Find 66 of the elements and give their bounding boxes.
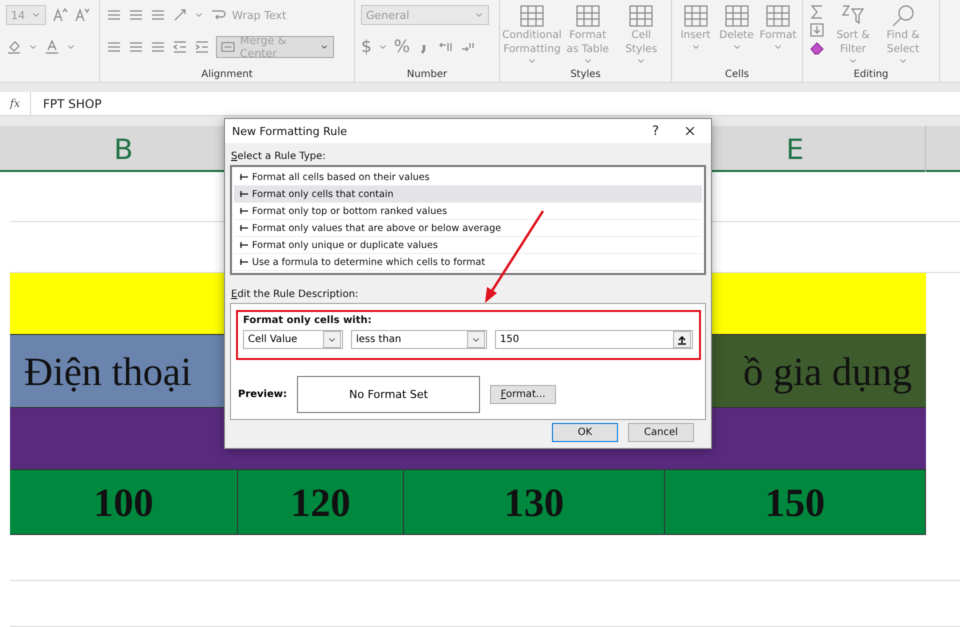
font-size-field[interactable]: 14	[6, 5, 46, 25]
sort-filter-button[interactable]: Sort & Filter	[831, 28, 875, 56]
merge-icon[interactable]	[221, 39, 235, 55]
orientation-icon[interactable]	[172, 7, 188, 23]
group-label: Number	[406, 69, 448, 80]
operator-dropdown[interactable]: less than	[351, 330, 487, 349]
search-icon[interactable]	[890, 4, 916, 28]
cells-table-icon[interactable]	[724, 4, 750, 28]
arrow-icon	[240, 191, 248, 197]
group-label: Alignment	[201, 69, 253, 80]
decrease-indent-icon[interactable]	[172, 39, 188, 55]
arrow-icon	[240, 242, 248, 248]
dialog-title: New Formatting Rule	[232, 124, 348, 138]
group-label: Cells	[725, 69, 749, 80]
rule-type-item[interactable]: Format only cells that contain	[234, 186, 702, 203]
table-cell: 120	[238, 470, 404, 535]
condition-heading: Format only cells with:	[243, 315, 373, 326]
value-field[interactable]: 150	[495, 330, 693, 349]
sum-icon[interactable]	[809, 4, 825, 20]
group-label: Styles	[570, 69, 601, 80]
grow-font-icon[interactable]	[52, 7, 68, 23]
field-dropdown[interactable]: Cell Value	[243, 330, 343, 349]
table-style-icon[interactable]	[519, 4, 545, 28]
cells-button[interactable]: Insert	[680, 28, 711, 42]
styles-button[interactable]: Cell Styles	[618, 28, 665, 56]
format-button[interactable]: Format...	[490, 385, 556, 404]
fill-down-icon[interactable]	[809, 22, 825, 38]
styles-button[interactable]: Format as Table	[564, 28, 612, 56]
styles-button[interactable]: Conditional Formatting	[502, 28, 562, 56]
table-cell: 150	[665, 470, 926, 535]
wrap-text-button[interactable]: Wrap Text	[232, 8, 286, 22]
column-header[interactable]: B	[114, 132, 134, 166]
shrink-font-icon[interactable]	[74, 7, 90, 23]
section-label: Edit the Rule Description:	[231, 289, 360, 300]
arrow-icon	[240, 225, 248, 231]
help-button[interactable]: ?	[652, 124, 659, 138]
find-select-button[interactable]: Find & Select	[881, 28, 925, 56]
fill-color-icon[interactable]	[6, 39, 22, 55]
cells-table-icon[interactable]	[682, 4, 708, 28]
function-label: fx	[0, 92, 31, 115]
group-label: Editing	[854, 69, 888, 80]
close-icon[interactable]	[683, 124, 697, 138]
preview-label: Preview:	[238, 389, 288, 400]
arrow-icon	[240, 259, 248, 265]
table-style-icon[interactable]	[628, 4, 654, 28]
arrow-icon	[240, 174, 248, 180]
dialog-button[interactable]: Cancel	[628, 423, 694, 442]
dialog-button[interactable]: OK	[552, 423, 618, 442]
formula-field[interactable]: FPT SHOP	[31, 92, 102, 115]
preview-box: No Format Set	[297, 376, 480, 413]
percent-button[interactable]: %	[394, 37, 410, 57]
cells-button[interactable]: Format	[760, 28, 797, 42]
arrow-icon	[240, 208, 248, 214]
table-cell: 100	[10, 470, 238, 535]
table-style-icon[interactable]	[574, 4, 601, 28]
increase-indent-icon[interactable]	[194, 39, 210, 55]
column-header[interactable]: E	[786, 132, 804, 166]
eraser-icon[interactable]	[809, 40, 825, 56]
font-color-icon[interactable]	[44, 39, 60, 55]
collapse-icon[interactable]	[677, 334, 687, 344]
table-cell: 130	[404, 470, 665, 535]
currency-button[interactable]: $	[361, 37, 372, 57]
number-format-field[interactable]: General	[361, 5, 489, 25]
cells-button[interactable]: Delete	[719, 28, 754, 42]
section-label: Select a Rule Type:	[231, 151, 327, 162]
cells-table-icon[interactable]	[765, 4, 791, 28]
